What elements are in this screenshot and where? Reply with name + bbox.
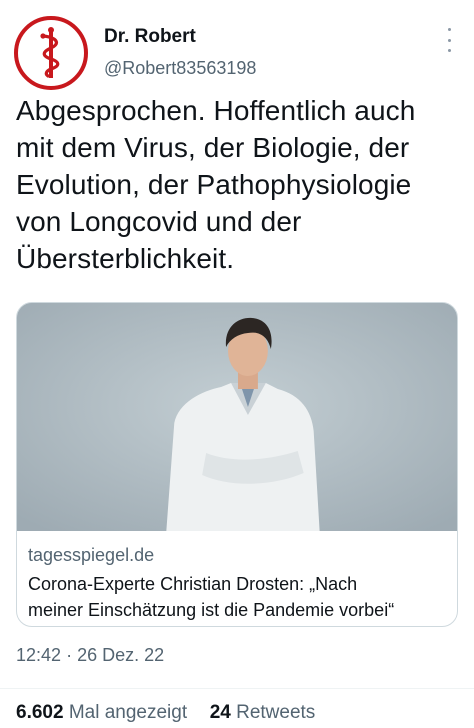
tweet-timestamp[interactable]: 12:42 · 26 Dez. 22 [16, 645, 164, 666]
rod-of-asclepius-icon [40, 27, 60, 78]
link-card[interactable]: tagesspiegel.de Corona-Experte Christian… [16, 302, 458, 627]
card-title[interactable]: Corona-Experte Christian Drosten: „Nach … [28, 571, 447, 623]
views-count: 6.602 [16, 702, 64, 723]
card-domain[interactable]: tagesspiegel.de [28, 543, 447, 567]
more-options-icon[interactable] [444, 28, 454, 52]
retweets-label[interactable]: Retweets [236, 702, 315, 723]
author-handle[interactable]: @Robert83563198 [104, 58, 256, 79]
tweet-time: 12:42 [16, 645, 62, 665]
card-image [17, 303, 457, 531]
tweet-date: 26 Dez. 22 [77, 645, 165, 665]
tweet-text: Abgesprochen. Hoffentlich auch mit dem V… [16, 95, 416, 274]
retweets-count[interactable]: 24 [210, 702, 231, 723]
tweet-stats: 6.602 Mal angezeigt 24 Retweets [16, 702, 315, 724]
divider [0, 688, 474, 689]
card-body: tagesspiegel.de Corona-Experte Christian… [28, 543, 447, 623]
views-label: Mal angezeigt [68, 702, 188, 723]
avatar[interactable] [14, 16, 88, 90]
author-name[interactable]: Dr. Robert [104, 26, 196, 48]
timestamp-separator: · [66, 645, 73, 665]
tweet-header: Dr. Robert @Robert83563198 [14, 16, 460, 92]
